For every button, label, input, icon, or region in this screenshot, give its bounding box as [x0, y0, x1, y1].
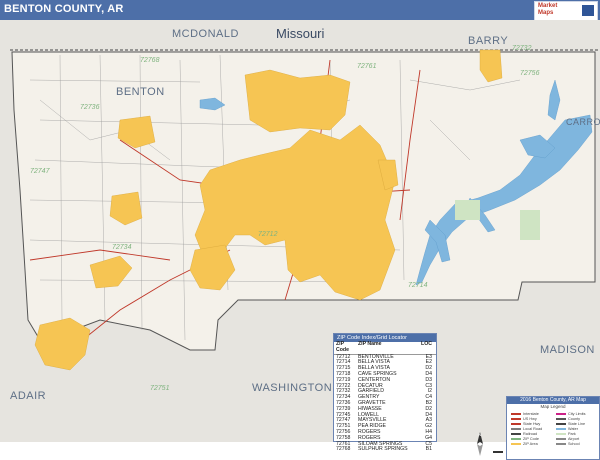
map-title: BENTON COUNTY, AR	[4, 3, 124, 15]
map-area[interactable]: MCDONALD Missouri BARRY BENTON CARROLL M…	[0, 20, 600, 460]
region-label-barry: BARRY	[468, 35, 509, 47]
header-bar: BENTON COUNTY, AR Market Maps	[0, 0, 600, 21]
zip-label: 72756	[520, 70, 540, 77]
zip-label: 72714	[408, 282, 428, 289]
region-label-missouri: Missouri	[276, 26, 325, 41]
logo-text: Market Maps	[538, 3, 558, 16]
zip-label: 72751	[150, 385, 170, 392]
region-label-benton: BENTON	[116, 86, 165, 98]
logo-icon	[582, 5, 594, 16]
zip-index-table: ZIP Code Index/Grid Locator ZIP Code ZIP…	[333, 333, 437, 452]
zip-index-header: ZIP Code ZIP Name LOC	[334, 341, 436, 355]
zip-label: 72734	[112, 244, 132, 251]
legend-title: 2016 Benton County, AR Map	[507, 397, 599, 404]
region-label-mcdonald: MCDONALD	[172, 28, 239, 40]
legend-subtitle: Map Legend	[540, 404, 566, 409]
zip-label: 72736	[80, 104, 100, 111]
region-label-washington: WASHINGTON	[252, 382, 333, 394]
scale-bar	[493, 451, 503, 453]
region-label-madison: MADISON	[540, 344, 595, 356]
zip-label: 72747	[30, 168, 50, 175]
zip-index-row: 72768 SULPHUR SPRINGS B1	[336, 446, 432, 453]
publisher-logo: Market Maps	[534, 1, 598, 21]
north-arrow-icon: N	[477, 432, 483, 456]
zip-label: 72768	[140, 57, 160, 64]
region-label-carroll: CARROLL	[566, 117, 600, 127]
svg-text:N: N	[479, 432, 482, 437]
zip-label: 72732	[512, 45, 532, 52]
map-svg	[0, 20, 600, 442]
zip-label: 72761	[357, 63, 377, 70]
region-label-adair: ADAIR	[10, 390, 47, 402]
zip-label: 72712	[258, 231, 278, 238]
map-legend: 2016 Benton County, AR Map Map Legend In…	[506, 396, 600, 460]
